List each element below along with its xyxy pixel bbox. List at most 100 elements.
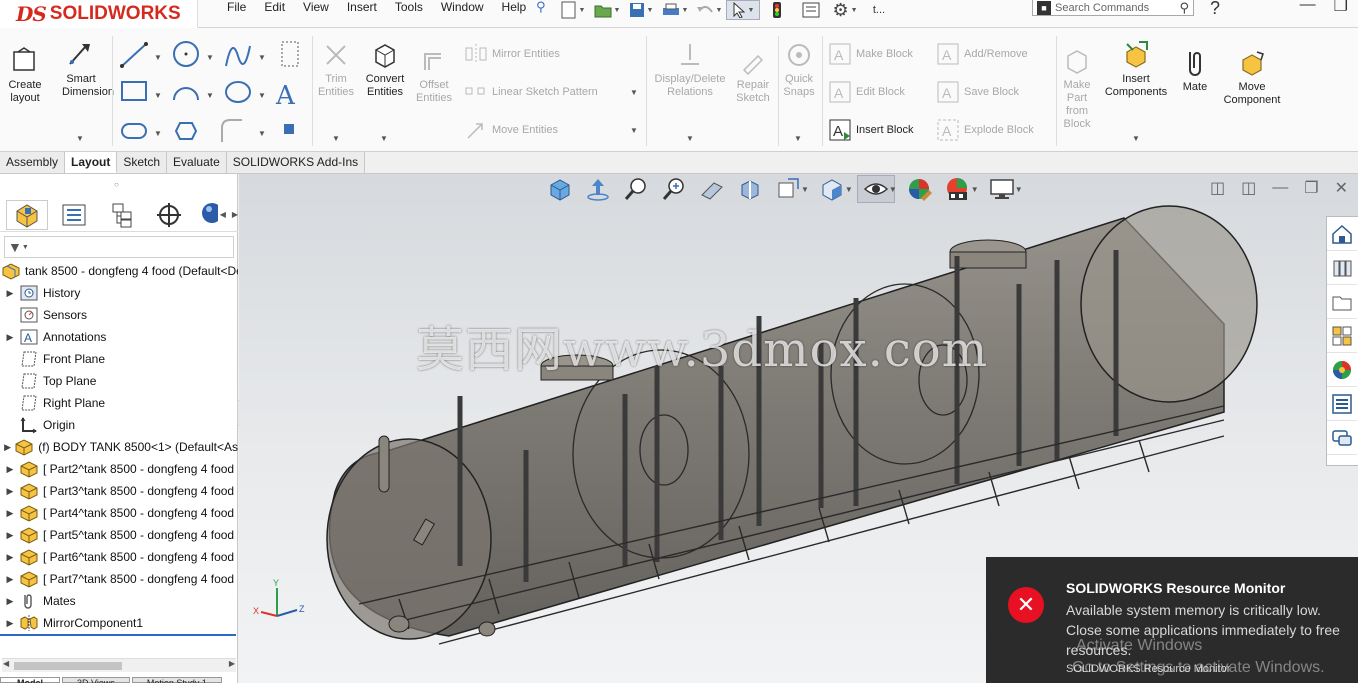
- save-block-button[interactable]: A Save Block: [936, 80, 1019, 104]
- tree-item[interactable]: ▶ Mates: [0, 590, 238, 612]
- tree-item[interactable]: Sensors: [0, 304, 238, 326]
- expand-arrow-icon[interactable]: ▶: [4, 288, 16, 299]
- rollback-bar[interactable]: [0, 634, 236, 636]
- solidworks-logo[interactable]: DS SOLIDWORKS: [0, 0, 198, 28]
- tree-item[interactable]: ▶ History: [0, 282, 238, 304]
- rectangle-icon[interactable]: [121, 81, 147, 101]
- pattern-dropdown[interactable]: ▼: [630, 88, 638, 97]
- insert-block-button[interactable]: A Insert Block: [828, 118, 913, 142]
- display-delete-relations-button[interactable]: Display/Delete Relations: [650, 40, 730, 99]
- search-icon[interactable]: ⚲: [1179, 0, 1189, 16]
- select-button[interactable]: ▼: [726, 0, 760, 20]
- tab-assembly[interactable]: Assembly: [0, 152, 66, 173]
- dimxpert-manager-tab[interactable]: [148, 200, 189, 230]
- tree-item[interactable]: ▶ [ Part3^tank 8500 - dongfeng 4 food: [0, 480, 238, 502]
- expand-arrow-icon[interactable]: ▶: [4, 442, 11, 453]
- view-palette-tab[interactable]: [1327, 319, 1357, 353]
- fillet-icon[interactable]: [221, 119, 242, 142]
- file-explorer-tab[interactable]: [1327, 285, 1357, 319]
- explode-block-button[interactable]: A Explode Block: [936, 118, 1034, 142]
- menu-window[interactable]: Window: [432, 0, 493, 14]
- restore-icon[interactable]: ❐: [1334, 0, 1348, 16]
- make-part-from-block-button[interactable]: Make Part from Block: [1060, 46, 1094, 131]
- point-icon[interactable]: [284, 124, 294, 134]
- repair-sketch-button[interactable]: Repair Sketch: [734, 46, 772, 105]
- solidworks-forum-tab[interactable]: [1327, 421, 1357, 455]
- minimize-icon[interactable]: —: [1300, 0, 1316, 16]
- tab-3d-views[interactable]: 3D Views: [62, 677, 130, 683]
- tab-sketch[interactable]: Sketch: [117, 152, 168, 173]
- feature-tree-filter[interactable]: ▼ ▼: [4, 236, 234, 258]
- trim-dropdown[interactable]: ▼: [332, 134, 340, 143]
- design-library-tab[interactable]: [1327, 251, 1357, 285]
- menu-help[interactable]: Help: [493, 0, 536, 14]
- print-button[interactable]: ▼: [658, 0, 692, 20]
- menu-view[interactable]: View: [294, 0, 338, 14]
- tree-item[interactable]: ▶ [ Part7^tank 8500 - dongfeng 4 food: [0, 568, 238, 590]
- linear-sketch-pattern-button[interactable]: Linear Sketch Pattern: [464, 80, 598, 104]
- dashed-rect-icon[interactable]: [281, 41, 299, 67]
- scroll-right-arrow[interactable]: ▶: [229, 659, 235, 668]
- quickbar-overflow[interactable]: t...: [862, 0, 896, 20]
- tree-item[interactable]: Top Plane: [0, 370, 238, 392]
- tree-item[interactable]: ▶ [ Part5^tank 8500 - dongfeng 4 food: [0, 524, 238, 546]
- mirror-entities-button[interactable]: Mirror Entities: [464, 42, 560, 66]
- create-layout-button[interactable]: Create layout: [6, 46, 44, 105]
- help-icon[interactable]: ?: [1210, 0, 1220, 19]
- ellipse-icon[interactable]: [225, 81, 251, 103]
- menu-file[interactable]: File: [218, 0, 255, 14]
- feature-tree-tab[interactable]: [6, 199, 48, 230]
- solidworks-resources-tab[interactable]: [1327, 217, 1357, 251]
- pin-icon[interactable]: ⚲: [536, 0, 546, 15]
- make-block-button[interactable]: A Make Block: [828, 42, 913, 66]
- convert-dropdown[interactable]: ▼: [380, 134, 388, 143]
- display-manager-tab[interactable]: [196, 200, 218, 230]
- expand-arrow-icon[interactable]: ▶: [4, 530, 16, 541]
- tab-model[interactable]: Model: [0, 677, 60, 683]
- scrollbar-thumb[interactable]: [14, 662, 122, 670]
- tree-item[interactable]: Front Plane: [0, 348, 238, 370]
- menu-insert[interactable]: Insert: [338, 0, 386, 14]
- open-button[interactable]: ▼: [590, 0, 624, 20]
- configuration-manager-tab[interactable]: [101, 200, 142, 230]
- search-input[interactable]: Search Commands: [1055, 2, 1149, 14]
- tab-layout[interactable]: Layout: [65, 152, 118, 173]
- insert-components-button[interactable]: Insert Components: [1100, 40, 1172, 99]
- options-button[interactable]: ⚙ ▼: [828, 0, 862, 20]
- line-icon[interactable]: [120, 42, 148, 68]
- mate-button[interactable]: Mate: [1176, 48, 1214, 94]
- slot-icon[interactable]: [121, 123, 147, 139]
- add-remove-button[interactable]: A Add/Remove: [936, 42, 1028, 66]
- tree-item[interactable]: ▶ (f) BODY TANK 8500<1> (Default<As: [0, 436, 238, 458]
- tree-root-assembly[interactable]: tank 8500 - dongfeng 4 food (Default<Def: [0, 260, 238, 282]
- move-component-button[interactable]: Move Component: [1218, 48, 1286, 107]
- trim-entities-button[interactable]: Trim Entities: [316, 40, 356, 99]
- search-commands-box[interactable]: ■ Search Commands ⚲: [1032, 0, 1194, 16]
- tab-evaluate[interactable]: Evaluate: [167, 152, 227, 173]
- expand-arrow-icon[interactable]: ▶: [4, 574, 16, 585]
- expand-arrow-icon[interactable]: ▶: [4, 464, 16, 475]
- save-button[interactable]: ▼: [624, 0, 658, 20]
- polygon-icon[interactable]: [174, 122, 198, 140]
- new-document-button[interactable]: ▼: [556, 0, 590, 20]
- spline-icon[interactable]: [225, 45, 251, 67]
- tabs-scroll-left[interactable]: ◀: [220, 210, 226, 219]
- tree-item[interactable]: Origin: [0, 414, 238, 436]
- expand-arrow-icon[interactable]: ▶: [4, 508, 16, 519]
- filter-dropdown[interactable]: ▼: [22, 244, 29, 251]
- relations-dropdown[interactable]: ▼: [686, 134, 694, 143]
- menu-tools[interactable]: Tools: [386, 0, 432, 14]
- feature-tree-horizontal-scrollbar[interactable]: ◀ ▶: [2, 658, 236, 672]
- expand-arrow-icon[interactable]: ▶: [4, 596, 16, 607]
- tree-item[interactable]: ▶ [ Part2^tank 8500 - dongfeng 4 food: [0, 458, 238, 480]
- menu-edit[interactable]: Edit: [255, 0, 294, 14]
- offset-entities-button[interactable]: Offset Entities: [412, 46, 456, 105]
- scroll-left-arrow[interactable]: ◀: [3, 659, 9, 668]
- move-dropdown[interactable]: ▼: [630, 126, 638, 135]
- text-icon[interactable]: A: [275, 81, 296, 111]
- circle-icon[interactable]: [173, 41, 199, 67]
- custom-properties-tab[interactable]: [1327, 387, 1357, 421]
- smart-dimension-dropdown[interactable]: ▼: [76, 134, 84, 143]
- expand-arrow-icon[interactable]: ▶: [4, 486, 16, 497]
- appearances-tab[interactable]: [1327, 353, 1357, 387]
